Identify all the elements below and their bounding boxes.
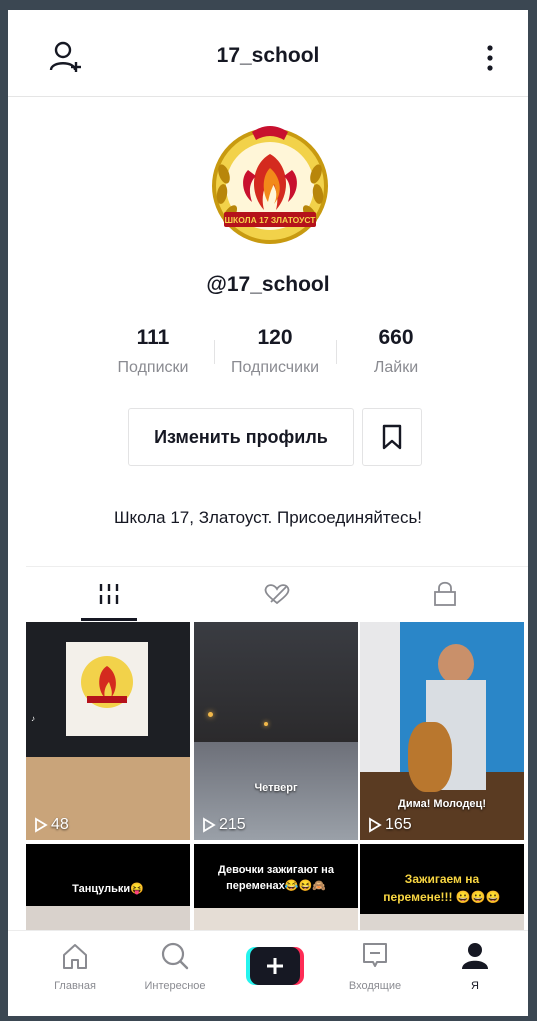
video-caption: Танцульки😝 <box>72 883 144 895</box>
play-count-value: 215 <box>219 816 246 833</box>
stat-followers[interactable]: 120 Подписчики <box>220 326 330 377</box>
stat-following[interactable]: 111 Подписки <box>98 326 208 377</box>
play-count-value: 48 <box>51 816 69 833</box>
video-caption: Четверг <box>254 782 298 794</box>
video-caption: Зажигаем на перемене!!! 😀😀😀 <box>383 872 501 904</box>
active-tab-indicator <box>81 618 137 621</box>
video-tile[interactable]: Зажигаем на перемене!!! 😀😀😀 <box>360 844 524 932</box>
tab-private[interactable] <box>362 567 528 621</box>
video-tile[interactable]: ♪ 48 <box>26 622 190 840</box>
nav-label: Интересное <box>144 980 206 992</box>
nav-home[interactable]: Главная <box>30 941 120 992</box>
stat-label: Лайки <box>373 359 419 376</box>
favorites-button[interactable] <box>362 408 422 466</box>
stat-value: 120 <box>257 326 293 349</box>
nav-label: Я <box>471 980 479 992</box>
video-caption: Дима! Молодец! <box>398 798 486 810</box>
nav-profile[interactable]: Я <box>430 941 520 992</box>
video-tile[interactable]: Дима! Молодец! 165 <box>360 622 524 840</box>
stat-value: 660 <box>378 326 414 349</box>
hidden-heart-icon <box>264 584 290 605</box>
lock-icon <box>434 581 456 606</box>
video-tile[interactable]: Танцульки😝 <box>26 844 190 932</box>
play-count: 215 <box>202 816 246 834</box>
video-grid: ♪ 48 Четверг 215 Дима! Молодец! 165 Танц… <box>26 622 528 932</box>
inbox-icon <box>363 943 387 967</box>
create-button[interactable] <box>246 947 304 985</box>
play-icon <box>369 817 382 833</box>
home-icon <box>63 944 87 969</box>
bottom-nav: Главная Интересное Входящие Я <box>8 930 528 1016</box>
search-icon <box>161 942 189 970</box>
tiktok-watermark-icon: ♪ <box>31 714 35 723</box>
tab-videos[interactable] <box>26 567 192 621</box>
stat-divider <box>214 340 215 364</box>
stat-label: Подписчики <box>230 359 319 376</box>
video-tile[interactable]: Девочки зажигают на переменах😂😆🙈 <box>194 844 358 932</box>
play-count: 48 <box>34 816 69 834</box>
logo-text: ШКОЛА 17 ЗЛАТОУСТ <box>225 215 317 225</box>
profile-bio: Школа 17, Златоуст. Присоединяйтесь! <box>113 508 423 527</box>
profile-icon <box>462 943 488 969</box>
school-logo: ШКОЛА 17 ЗЛАТОУСТ <box>212 126 328 244</box>
stat-divider <box>336 340 337 364</box>
phone-screen: 17_school ШКОЛА 17 ЗЛАТОУСТ @17_school 1… <box>8 10 528 1016</box>
video-tile[interactable]: Четверг 215 <box>194 622 358 840</box>
video-caption: Девочки зажигают на переменах😂😆🙈 <box>218 864 334 892</box>
profile-header: 17_school <box>8 10 528 97</box>
nav-label: Главная <box>54 980 96 992</box>
play-count: 165 <box>368 816 412 834</box>
stat-label: Подписки <box>117 359 189 376</box>
profile-username: @17_school <box>206 273 330 296</box>
nav-inbox[interactable]: Входящие <box>330 941 420 992</box>
grid-icon <box>99 584 119 604</box>
stat-likes[interactable]: 660 Лайки <box>341 326 451 377</box>
avatar[interactable]: ШКОЛА 17 ЗЛАТОУСТ <box>200 114 340 254</box>
play-icon <box>203 817 216 833</box>
bookmark-icon <box>382 424 402 450</box>
nav-discover[interactable]: Интересное <box>130 941 220 992</box>
play-count-value: 165 <box>385 816 412 833</box>
profile-tabs <box>26 566 528 621</box>
logo-thumbnail-icon <box>81 656 133 708</box>
more-options-icon[interactable] <box>478 42 502 74</box>
nav-label: Входящие <box>348 980 402 992</box>
edit-profile-button[interactable]: Изменить профиль <box>128 408 354 466</box>
tab-liked[interactable] <box>194 567 360 621</box>
plus-icon <box>246 947 304 985</box>
play-icon <box>35 817 48 833</box>
page-title: 17_school <box>216 44 320 67</box>
stat-value: 111 <box>136 326 170 349</box>
